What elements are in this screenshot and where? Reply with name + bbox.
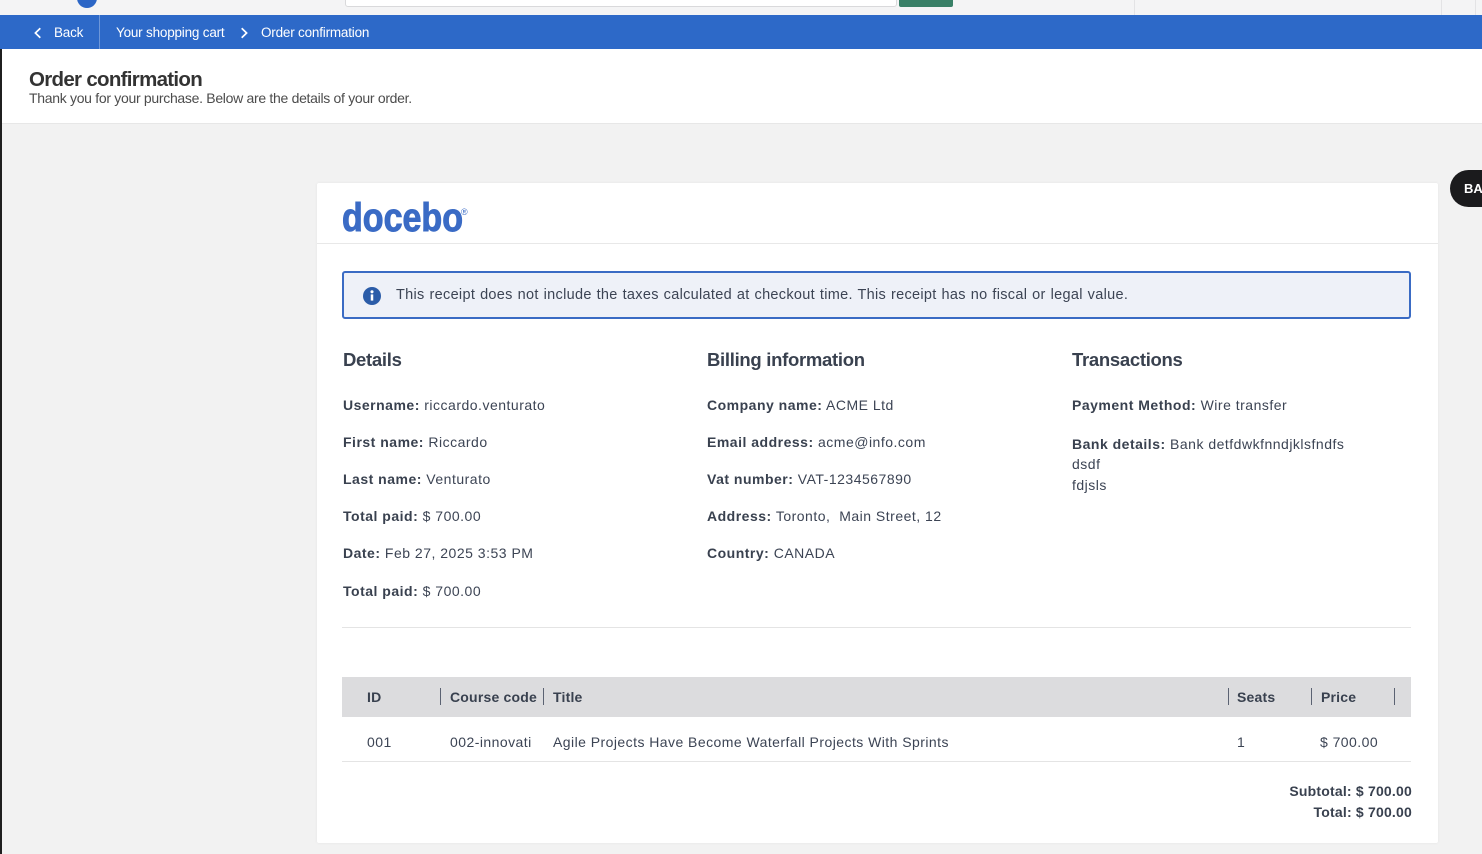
svg-text:docebo: docebo bbox=[342, 196, 463, 240]
svg-text:®: ® bbox=[461, 207, 468, 217]
